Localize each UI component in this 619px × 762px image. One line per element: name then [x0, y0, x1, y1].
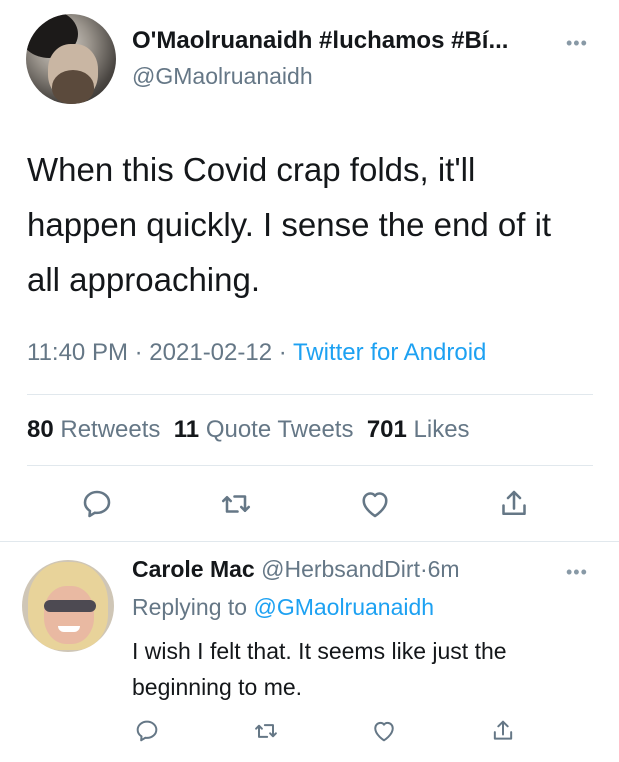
quote-tweets-stat[interactable]: 11 Quote Tweets [174, 416, 354, 443]
share-icon [502, 490, 526, 516]
reply-share-button[interactable] [489, 717, 517, 745]
reply-header: Carole Mac @HerbsandDirt·6m [132, 556, 460, 583]
reply-display-name[interactable]: Carole Mac [132, 556, 255, 582]
tweet-meta: 11:40 PM · 2021-02-12 · Twitter for Andr… [27, 339, 486, 367]
like-button[interactable] [357, 486, 393, 522]
reply-handle[interactable]: @HerbsandDirt [261, 556, 420, 582]
like-icon [374, 721, 394, 742]
author-handle[interactable]: @GMaolruanaidh [132, 63, 313, 90]
retweets-stat[interactable]: 80 Retweets [27, 416, 160, 443]
meta-separator: · [134, 339, 143, 366]
reply-icon [83, 490, 111, 518]
replying-label: Replying to [132, 594, 248, 620]
reply-age: 6m [427, 556, 460, 582]
meta-separator: · [278, 339, 287, 366]
avatar-smile-shape [58, 626, 80, 632]
reply-icon [136, 720, 158, 742]
more-options-icon[interactable]: ••• [566, 34, 588, 52]
like-icon [362, 492, 388, 518]
tweet-source-link[interactable]: Twitter for Android [293, 339, 486, 366]
reply-author-avatar[interactable] [22, 560, 114, 652]
divider [27, 465, 593, 466]
avatar-glasses-shape [44, 600, 96, 612]
reply-reply-button[interactable] [133, 717, 161, 745]
author-avatar[interactable] [26, 14, 116, 104]
retweet-button[interactable] [218, 486, 254, 522]
avatar-face-shape [44, 586, 94, 644]
reply-retweet-button[interactable] [252, 717, 280, 745]
divider [27, 394, 593, 395]
reply-text: I wish I felt that. It seems like just t… [132, 638, 507, 700]
share-icon [493, 720, 513, 740]
avatar-beard-shape [52, 70, 94, 104]
replying-to: Replying to @GMaolruanaidh [132, 594, 434, 621]
author-display-name[interactable]: O'Maolruanaidh #luchamos #Bí... [132, 27, 508, 55]
retweet-icon [221, 495, 251, 513]
tweet-time[interactable]: 11:40 PM [27, 339, 128, 366]
reply-button[interactable] [79, 486, 115, 522]
reply-like-button[interactable] [370, 717, 398, 745]
likes-stat[interactable]: 701 Likes [367, 416, 470, 443]
meta-separator: · [419, 556, 428, 582]
reply-more-options-icon[interactable]: ••• [566, 563, 588, 581]
share-button[interactable] [496, 486, 532, 522]
retweet-icon [255, 724, 277, 738]
divider [0, 541, 619, 542]
tweet-date[interactable]: 2021-02-12 [149, 339, 272, 366]
replying-target-link[interactable]: @GMaolruanaidh [253, 594, 434, 620]
tweet-stats: 80 Retweets 11 Quote Tweets 701 Likes [27, 416, 470, 444]
tweet-text: When this Covid crap folds, it'll happen… [27, 151, 552, 298]
